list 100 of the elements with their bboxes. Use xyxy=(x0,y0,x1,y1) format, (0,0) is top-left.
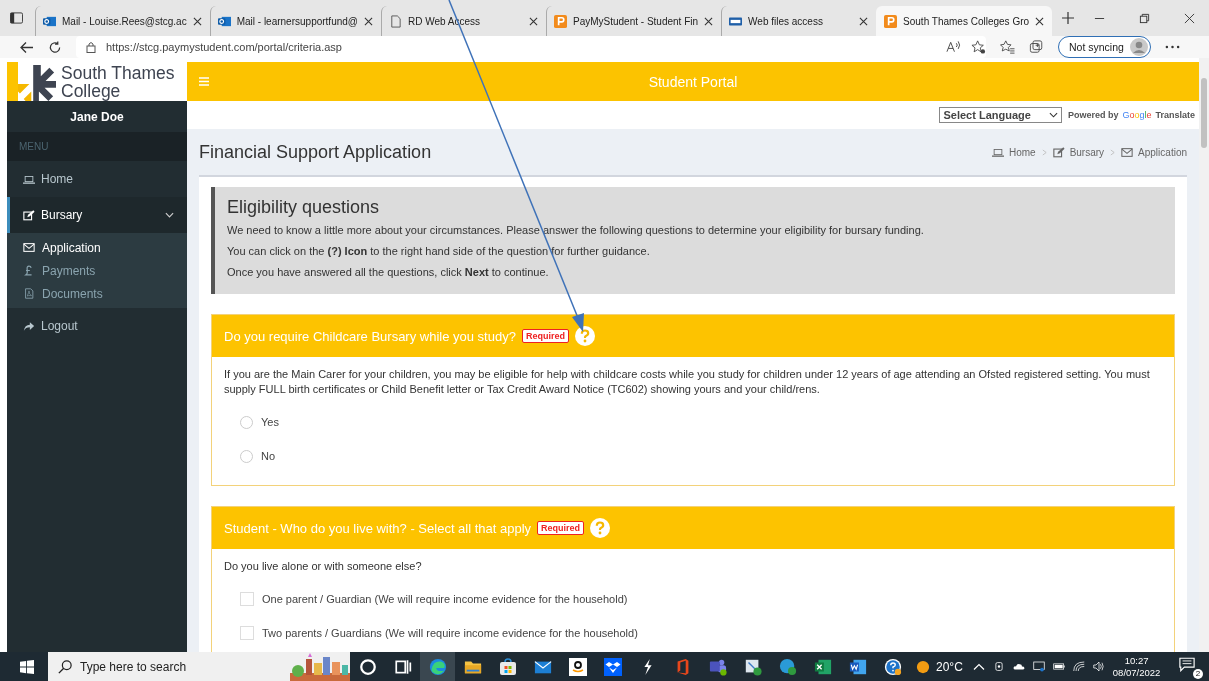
sidebar-item[interactable]: Home xyxy=(7,161,187,197)
speech-bubble-icon xyxy=(1179,656,1195,672)
task-view-icon xyxy=(393,657,412,676)
back-icon[interactable] xyxy=(20,40,34,54)
browser-remote-icon xyxy=(778,657,797,676)
restore-icon[interactable] xyxy=(1139,12,1150,24)
mail-app-icon xyxy=(43,14,56,28)
separator-icon xyxy=(1110,148,1116,156)
sidebar-subitem[interactable]: Application xyxy=(7,236,187,259)
question-title: Do you require Childcare Bursary while you study? xyxy=(224,328,516,344)
favorites-icon[interactable] xyxy=(1000,40,1015,54)
speaker-icon[interactable] xyxy=(1092,661,1105,672)
browser-swirl-icon xyxy=(428,657,447,676)
checkbox[interactable] xyxy=(240,626,254,640)
breadcrumb-link[interactable]: Home xyxy=(991,146,1036,158)
translate-text: Translate xyxy=(1155,110,1195,120)
tab-title: Web files access xyxy=(748,15,824,27)
sidebar-subitem[interactable]: Documents xyxy=(7,282,187,305)
people-tile-icon xyxy=(708,657,727,676)
breadcrumb-link[interactable]: Bursary xyxy=(1052,146,1105,158)
new-tab-icon[interactable] xyxy=(1062,12,1075,24)
windows-start-icon[interactable] xyxy=(20,659,34,674)
breadcrumb-link[interactable]: Application xyxy=(1121,146,1187,158)
callout-text: We need to know a little more about your circumstances. Please answer the following questions to determine your eligibility for bursary funding. xyxy=(227,223,925,237)
web-files-icon xyxy=(729,14,743,28)
close-icon[interactable] xyxy=(529,16,538,26)
portal-title: Student Portal xyxy=(647,73,739,90)
tab-title: South Thames Colleges Gro xyxy=(903,15,1030,27)
read-aloud-icon[interactable] xyxy=(946,40,961,54)
option-label: No xyxy=(261,450,276,462)
close-icon[interactable] xyxy=(1035,16,1045,26)
option-label: Two parents / Guardians (We will require income evidence for the household) xyxy=(262,627,638,639)
taskbar-search-field[interactable]: Type here to search xyxy=(48,652,350,681)
screen-icon[interactable] xyxy=(1032,661,1045,672)
callout-text: You can click on the (?) Icon to the right hand side of the question for further guidance. xyxy=(227,244,651,258)
logo-text: South Thames xyxy=(61,63,175,82)
college-logo[interactable]: South Thames College xyxy=(18,62,187,101)
laptop-icon xyxy=(23,173,35,185)
pound-icon xyxy=(23,265,35,276)
question-description: If you are the Main Carer for your children, you may be eligible for help with childcare costs while you study for children under 12 years of age attending an Ofsted registered setting. You must supply FULL birth certificates or Child Benefit letter or Tax Credit Award Notice (TC602) showing yours and your child/rens. xyxy=(224,367,1151,397)
cloud-icon[interactable] xyxy=(1012,661,1025,672)
spreadsheet-app-icon xyxy=(813,657,832,676)
separator-icon xyxy=(1041,148,1047,156)
menu-label: MENU xyxy=(19,141,49,152)
callout-title: Eligibility questions xyxy=(227,197,381,218)
tab-title: PayMyStudent - Student Fin xyxy=(573,15,699,27)
refresh-icon[interactable] xyxy=(48,40,62,54)
envelope-icon xyxy=(1121,146,1134,158)
language-select[interactable]: Select Language xyxy=(939,107,1062,123)
edit-icon xyxy=(23,209,35,221)
close-icon[interactable] xyxy=(704,16,714,26)
scrollbar[interactable] xyxy=(1199,58,1209,652)
help-icon[interactable] xyxy=(574,326,595,346)
close-icon[interactable] xyxy=(1184,12,1195,24)
chevron-up-icon[interactable] xyxy=(972,661,985,672)
callout-text: Once you have answered all the questions, click Next to continue. xyxy=(227,265,550,279)
temperature-text: 20°C xyxy=(936,659,963,674)
lock-icon xyxy=(86,41,96,53)
powered-by-text: Powered by xyxy=(1067,110,1119,120)
document-icon xyxy=(23,288,35,299)
document-app-icon xyxy=(848,657,867,676)
search-icon xyxy=(58,659,72,674)
shopping-bag-icon xyxy=(498,657,517,676)
tab-title: Mail - learnersupportfund@ xyxy=(236,15,358,27)
star-plus-icon[interactable] xyxy=(971,40,986,54)
laptop-icon xyxy=(991,146,1004,158)
close-icon[interactable] xyxy=(192,16,202,26)
camera-icon[interactable] xyxy=(992,661,1005,672)
edit-icon xyxy=(1052,146,1065,158)
town-illustration-icon xyxy=(290,652,350,681)
close-icon[interactable] xyxy=(859,16,869,26)
open-box-icon xyxy=(603,657,622,676)
notifications-button[interactable]: 2 xyxy=(1179,656,1201,677)
page-icon xyxy=(389,14,402,28)
help-icon xyxy=(883,657,902,676)
wifi-icon[interactable] xyxy=(1072,661,1085,672)
app-logo-icon xyxy=(884,14,898,28)
battery-icon[interactable] xyxy=(1052,661,1065,672)
sidebar-subitem[interactable]: Payments xyxy=(7,259,187,282)
clock[interactable]: 10:27 08/07/2022 xyxy=(1112,654,1161,679)
collections-icon[interactable] xyxy=(1029,40,1044,54)
checkbox[interactable] xyxy=(240,592,254,606)
required-tag: Required xyxy=(521,329,569,343)
sidebar-item[interactable]: Logout xyxy=(7,308,187,344)
option-label: Yes xyxy=(261,416,279,428)
tab-actions-icon[interactable] xyxy=(10,12,23,24)
tab-title: Mail - Louise.Rees@stcg.ac xyxy=(62,15,187,27)
share-arrow-icon xyxy=(23,320,35,332)
circle-icon xyxy=(358,657,377,676)
app-logo-icon xyxy=(554,14,567,28)
browser-tab[interactable]: South Thames Colleges Gro xyxy=(876,6,1053,36)
sync-button[interactable]: Not syncing xyxy=(1058,36,1151,58)
close-icon[interactable] xyxy=(364,16,373,26)
page-title: Financial Support Application xyxy=(199,141,433,163)
notification-count: 2 xyxy=(1193,668,1203,679)
option-label: One parent / Guardian (We will require income evidence for the household) xyxy=(262,593,628,605)
weather-sun-icon xyxy=(916,659,930,674)
sidebar-item[interactable]: Bursary xyxy=(7,197,187,233)
remote-window-icon xyxy=(743,657,762,676)
address-field[interactable]: https://stcg.paymystudent.com/portal/criteria.asp xyxy=(76,36,986,58)
